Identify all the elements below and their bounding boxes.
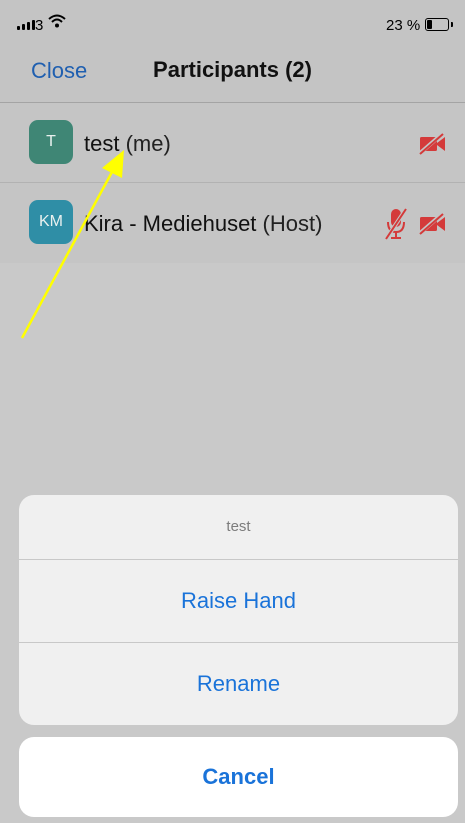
- mic-off-icon: [384, 207, 408, 241]
- participant-name-text: Kira - Mediehuset: [84, 211, 257, 236]
- participant-role: (me): [125, 131, 171, 156]
- wifi-icon: [48, 14, 66, 28]
- carrier-label: 3: [35, 17, 44, 34]
- status-bar: 3 23 %: [0, 0, 465, 40]
- video-off-icon: [418, 133, 445, 155]
- action-sheet: test Raise Hand Rename: [19, 495, 458, 725]
- cancel-button[interactable]: Cancel: [19, 737, 458, 817]
- battery-tip: [451, 22, 453, 27]
- raise-hand-button[interactable]: Raise Hand: [19, 559, 458, 642]
- nav-bar: Participants (2) Close: [0, 40, 465, 103]
- avatar: KM: [29, 200, 73, 244]
- participant-row-host[interactable]: KM Kira - Mediehuset (Host): [0, 182, 465, 263]
- rename-button[interactable]: Rename: [19, 642, 458, 725]
- participant-name: Kira - Mediehuset (Host): [84, 211, 322, 237]
- battery-percent: 23 %: [386, 17, 421, 34]
- battery-icon: [425, 18, 449, 31]
- participant-name: test (me): [84, 131, 171, 157]
- participant-row-me[interactable]: T test (me): [0, 103, 465, 183]
- avatar: T: [29, 120, 73, 164]
- video-off-icon: [418, 213, 445, 235]
- participant-name-text: test: [84, 131, 120, 156]
- action-sheet-title: test: [226, 518, 251, 535]
- close-button[interactable]: Close: [31, 58, 87, 84]
- signal-bars-icon: [17, 20, 35, 30]
- participant-list: T test (me) KM Kira - Mediehuset (Host): [0, 103, 465, 263]
- participant-role: (Host): [262, 211, 323, 236]
